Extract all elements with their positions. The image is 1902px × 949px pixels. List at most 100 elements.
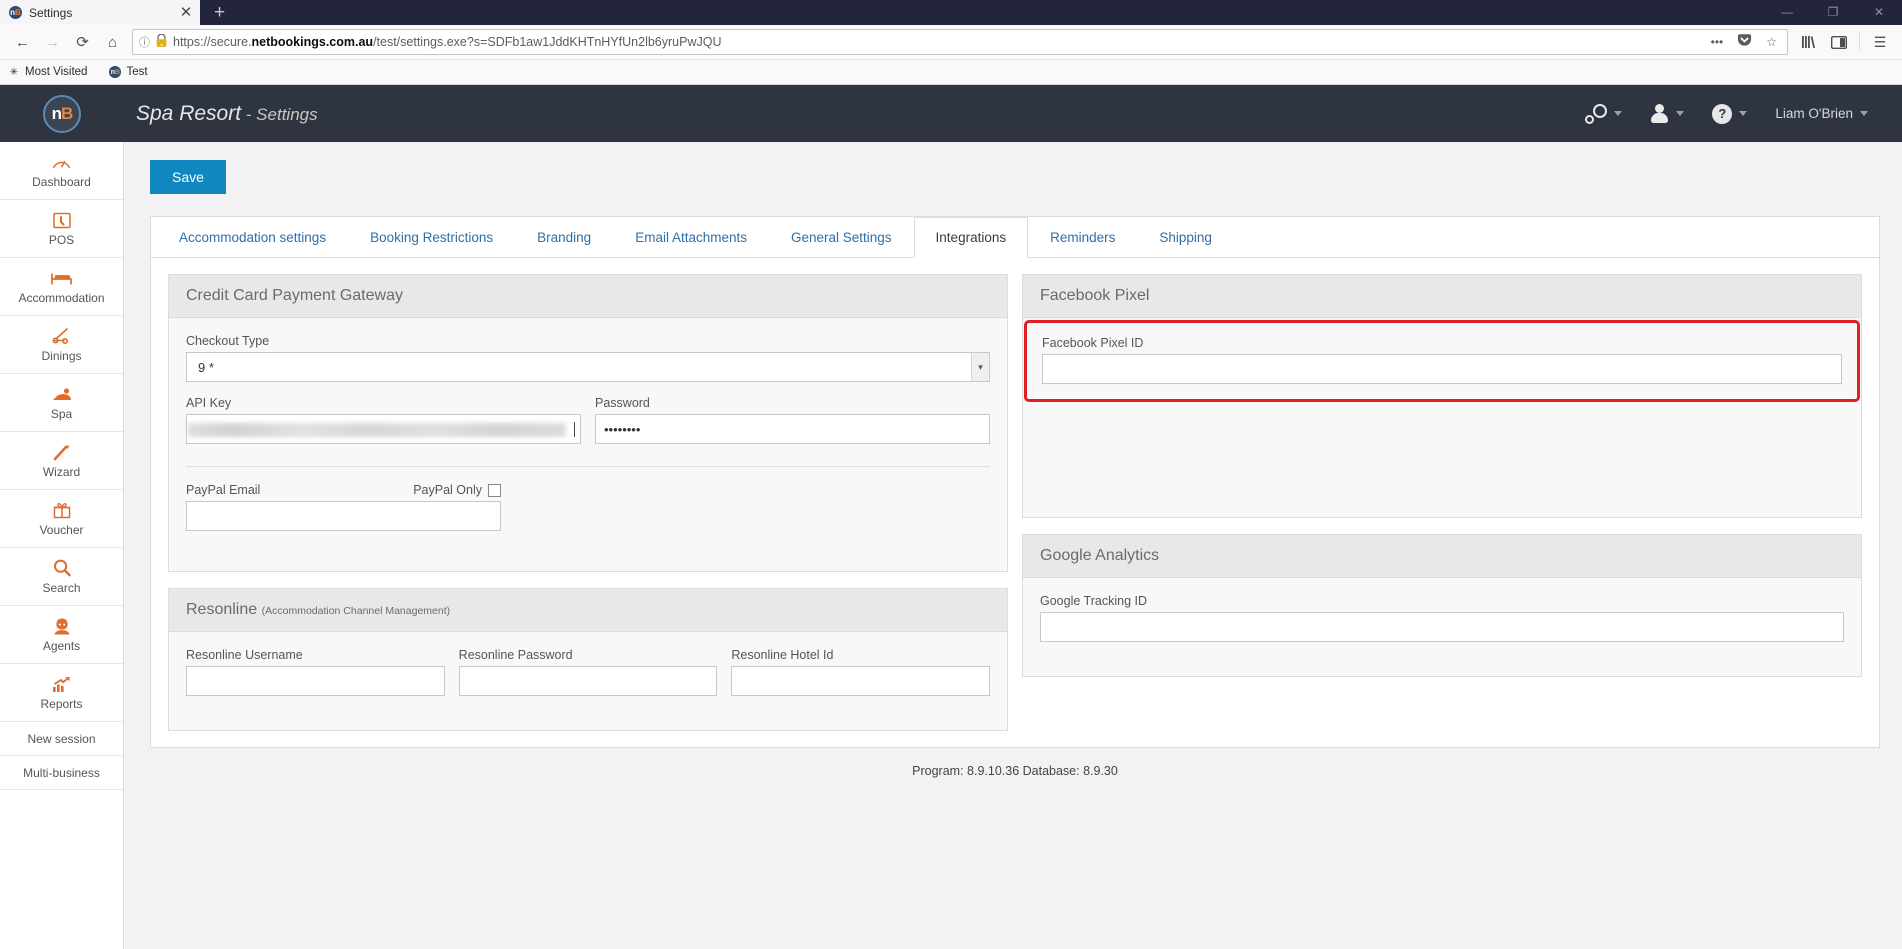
resonline-password-label: Resonline Password — [458, 648, 573, 662]
bookmark-most-visited[interactable]: ✳ Most Visited — [4, 66, 91, 78]
resonline-fields-row: Resonline Username Resonline Password Re… — [186, 648, 991, 696]
help-menu[interactable]: ? — [1700, 98, 1759, 130]
page-title: Spa Resort - Settings — [136, 102, 318, 126]
chart-up-icon — [52, 674, 71, 694]
paypal-only-label: PayPal Only — [413, 483, 482, 497]
footer-version: Program: 8.9.10.36 Database: 8.9.30 — [912, 764, 1118, 778]
paypal-only-group[interactable]: PayPal Only — [413, 483, 501, 497]
tab-email-attachments[interactable]: Email Attachments — [613, 217, 769, 258]
settings-menu[interactable] — [1573, 98, 1634, 130]
netbookings-logo[interactable]: nB — [43, 94, 81, 133]
sidebar-icon[interactable] — [1825, 28, 1853, 56]
minimize-icon[interactable]: — — [1764, 0, 1810, 25]
sidebar-item-dashboard[interactable]: Dashboard — [0, 142, 123, 200]
user-menu[interactable] — [1638, 98, 1696, 129]
agent-icon — [53, 616, 71, 636]
dashboard-icon — [52, 152, 71, 172]
resonline-panel-body: Resonline Username Resonline Password Re… — [169, 632, 1007, 730]
tab-general-settings[interactable]: General Settings — [769, 217, 914, 258]
sidebar-item-search[interactable]: Search — [0, 548, 123, 606]
panel-bottom-spacer — [1040, 642, 1844, 658]
gift-icon — [53, 500, 71, 520]
google-tracking-id-input[interactable] — [1040, 612, 1844, 642]
page-actions-icon[interactable]: ••• — [1707, 35, 1728, 49]
browser-window: nB Settings ✕ + — ❐ ✕ ← → ⟳ ⌂ ⓘ https://… — [0, 0, 1902, 949]
person-icon — [1650, 104, 1669, 123]
close-icon[interactable]: ✕ — [178, 5, 194, 20]
password-input[interactable] — [595, 414, 990, 444]
google-analytics-panel-body: Google Tracking ID — [1023, 578, 1861, 676]
api-key-label: API Key — [186, 396, 232, 410]
maximize-icon[interactable]: ❐ — [1810, 0, 1856, 25]
resonline-password-input[interactable] — [458, 666, 718, 696]
spa-icon — [52, 384, 72, 404]
sidebar-item-spa[interactable]: Spa — [0, 374, 123, 432]
paypal-header-row: PayPal Email PayPal Only — [186, 483, 501, 501]
window-close-icon[interactable]: ✕ — [1856, 0, 1902, 25]
tab-strip: nB Settings ✕ + — ❐ ✕ — [0, 0, 1902, 25]
sidebar-item-label: Search — [42, 581, 81, 595]
sidebar-item-dinings[interactable]: Dinings — [0, 316, 123, 374]
tab-integrations[interactable]: Integrations — [913, 217, 1029, 258]
resonline-username-label: Resonline Username — [186, 648, 303, 662]
facebook-pixel-id-input[interactable] — [1042, 354, 1842, 384]
resonline-hotel-id-label: Resonline Hotel Id — [731, 648, 834, 662]
chevron-down-icon — [1614, 111, 1623, 116]
pocket-icon[interactable] — [1733, 33, 1756, 51]
panel-filler-space — [1026, 402, 1858, 514]
question-icon: ? — [1712, 103, 1733, 124]
sidebar-item-label: Dashboard — [32, 175, 91, 189]
api-credentials-row: API Key Password — [186, 396, 990, 444]
sidebar-item-reports[interactable]: Reports — [0, 664, 123, 722]
resonline-hotel-id-input[interactable] — [731, 666, 991, 696]
resonline-username-input[interactable] — [186, 666, 445, 696]
back-icon[interactable]: ← — [8, 28, 37, 57]
right-column: Facebook Pixel Facebook Pixel ID Google … — [1022, 274, 1862, 747]
sidebar-item-wizard[interactable]: Wizard — [0, 432, 123, 490]
settings-panel: Accommodation settings Booking Restricti… — [150, 216, 1880, 748]
credit-card-panel-body: Checkout Type 9 * ▾ API Key Password •••… — [169, 318, 1007, 571]
api-key-input[interactable] — [186, 414, 581, 444]
google-analytics-panel-title: Google Analytics — [1023, 535, 1861, 578]
panel-bottom-spacer — [186, 696, 990, 712]
panel-bottom-spacer — [186, 531, 990, 553]
paypal-email-label: PayPal Email — [186, 483, 261, 497]
site-information-icon[interactable]: ⓘ — [139, 34, 150, 50]
sidebar-item-accommodation[interactable]: Accommodation — [0, 258, 123, 316]
save-button[interactable]: Save — [150, 160, 226, 194]
business-name: Spa Resort — [136, 101, 242, 125]
resonline-hotel-id-group: Resonline Hotel Id — [731, 648, 991, 696]
header-actions: ? Liam O'Brien — [1573, 98, 1902, 130]
tab-branding[interactable]: Branding — [515, 217, 613, 258]
bookmark-test[interactable]: nB Test — [105, 66, 151, 78]
left-column: Credit Card Payment Gateway Checkout Typ… — [168, 274, 1008, 747]
sidebar-item-voucher[interactable]: Voucher — [0, 490, 123, 548]
password-group: Password — [595, 396, 990, 444]
checkout-type-select[interactable]: 9 * — [186, 352, 990, 382]
paypal-email-input[interactable] — [186, 501, 501, 531]
forward-icon[interactable]: → — [38, 28, 67, 57]
sidebar-item-new-session[interactable]: New session — [0, 722, 123, 756]
account-menu[interactable]: Liam O'Brien — [1763, 100, 1880, 127]
tab-reminders[interactable]: Reminders — [1028, 217, 1137, 258]
hamburger-menu-icon[interactable]: ☰ — [1866, 28, 1894, 56]
new-tab-button[interactable]: + — [200, 0, 239, 25]
sidebar-item-pos[interactable]: POS — [0, 200, 123, 258]
browser-tab-settings[interactable]: nB Settings ✕ — [0, 0, 200, 25]
address-bar[interactable]: ⓘ https://secure.netbookings.com.au/test… — [132, 29, 1788, 55]
tab-shipping[interactable]: Shipping — [1137, 217, 1234, 258]
sidebar-item-label: Voucher — [39, 523, 84, 537]
sidebar-item-label: Dinings — [41, 349, 82, 363]
facebook-pixel-panel: Facebook Pixel Facebook Pixel ID — [1022, 274, 1862, 518]
tab-accommodation-settings[interactable]: Accommodation settings — [157, 217, 348, 258]
resonline-username-group: Resonline Username — [186, 648, 445, 696]
home-icon[interactable]: ⌂ — [98, 28, 127, 57]
sidebar-item-multi-business[interactable]: Multi-business — [0, 756, 123, 790]
tab-booking-restrictions[interactable]: Booking Restrictions — [348, 217, 515, 258]
sidebar-item-agents[interactable]: Agents — [0, 606, 123, 664]
navigation-toolbar: ← → ⟳ ⌂ ⓘ https://secure.netbookings.com… — [0, 25, 1902, 60]
bookmark-star-icon[interactable]: ☆ — [1762, 35, 1781, 49]
library-icon[interactable] — [1795, 28, 1823, 56]
reload-icon[interactable]: ⟳ — [68, 28, 97, 57]
paypal-only-checkbox[interactable] — [488, 483, 501, 497]
